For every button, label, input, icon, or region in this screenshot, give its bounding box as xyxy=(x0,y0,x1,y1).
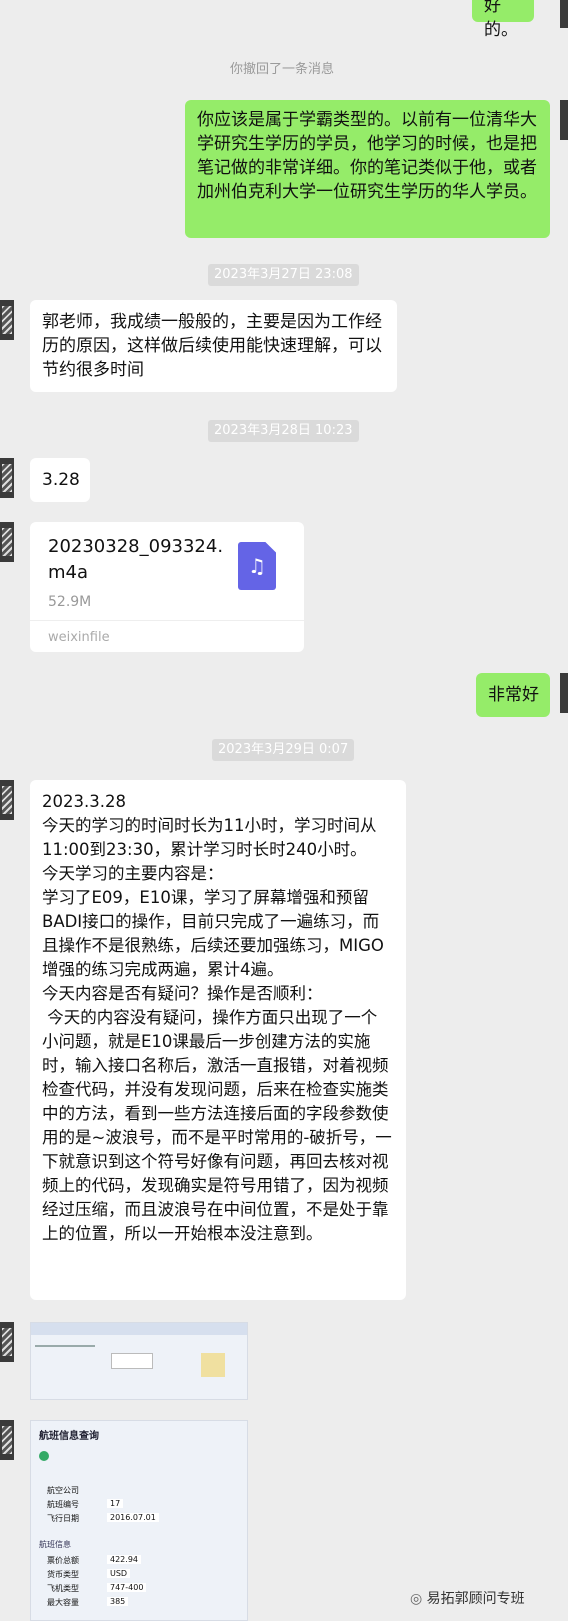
avatar-student[interactable] xyxy=(0,458,14,498)
timestamp: 2023年3月29日 0:07 xyxy=(212,739,355,761)
file-source: weixinfile xyxy=(48,630,110,645)
screenshot-label: 航空公司 xyxy=(47,1486,79,1495)
file-name: 20230328_093324.m4a xyxy=(48,536,224,583)
execute-icon xyxy=(39,1451,49,1461)
incoming-bubble-student-notes[interactable]: 2023.3.28 今天的学习的时间时长为11小时，学习时间从11:00到23:… xyxy=(30,780,406,1300)
outgoing-bubble-teacher-short[interactable]: 非常好 xyxy=(476,673,550,717)
screenshot-label: 飞行日期 xyxy=(47,1514,79,1523)
sap-field xyxy=(111,1353,153,1369)
sap-icon xyxy=(201,1353,225,1377)
message-text: 3.28 xyxy=(42,470,80,490)
recall-notice: 你撤回了一条消息 xyxy=(230,62,335,77)
divider xyxy=(30,620,304,621)
screenshot-label: 票价总额 xyxy=(47,1556,79,1565)
message-text: 好的。 xyxy=(484,0,518,40)
wechat-icon: ◎ xyxy=(410,1591,423,1607)
outgoing-bubble-partial[interactable]: 好的。 xyxy=(472,0,534,40)
screenshot-title: 航班信息查询 xyxy=(39,1431,99,1442)
timestamp: 2023年3月27日 23:08 xyxy=(208,264,359,286)
file-message-card[interactable]: 20230328_093324.m4a 52.9M ♫ weixinfile xyxy=(30,522,304,652)
screenshot-label: 货币类型 xyxy=(47,1570,79,1579)
outgoing-bubble-teacher-long[interactable]: 你应该是属于学霸类型的。以前有一位清华大学研究生学历的学员，他学习的时候，也是把… xyxy=(185,100,550,238)
message-text: 你应该是属于学霸类型的。以前有一位清华大学研究生学历的学员，他学习的时候，也是把… xyxy=(197,110,537,202)
screenshot-label: 航班编号 xyxy=(47,1500,79,1509)
screenshot-label: 飞机类型 xyxy=(47,1584,79,1593)
avatar-student[interactable] xyxy=(0,780,14,820)
avatar-self[interactable] xyxy=(560,0,568,28)
message-text: 郭老师，我成绩一般般的，主要是因为工作经历的原因，这样做后续使用能快速理解，可以… xyxy=(42,312,382,380)
avatar-student[interactable] xyxy=(0,1322,14,1362)
music-file-icon: ♫ xyxy=(238,542,276,590)
screenshot-label: 最大容量 xyxy=(47,1598,79,1607)
avatar-student[interactable] xyxy=(0,522,14,562)
incoming-bubble-student-2[interactable]: 3.28 xyxy=(30,458,90,502)
sap-line xyxy=(35,1345,95,1347)
avatar-student[interactable] xyxy=(0,300,14,340)
screenshot-section: 航班信息 xyxy=(39,1540,71,1549)
avatar-self[interactable] xyxy=(560,673,568,713)
screenshot-value: 747-400 xyxy=(107,1583,147,1592)
watermark-text: 易拓郭顾问专班 xyxy=(426,1591,525,1607)
timestamp: 2023年3月28日 10:23 xyxy=(208,420,359,442)
message-text: 2023.3.28 今天的学习的时间时长为11小时，学习时间从11:00到23:… xyxy=(42,792,392,1243)
screenshot-value: 422.94 xyxy=(107,1555,141,1564)
avatar-student[interactable] xyxy=(0,1420,14,1460)
screenshot-value: 17 xyxy=(107,1499,124,1508)
screenshot-value: 385 xyxy=(107,1597,129,1606)
image-message-screenshot-1[interactable] xyxy=(30,1322,248,1400)
message-text: 非常好 xyxy=(488,685,539,705)
sap-header xyxy=(31,1323,247,1335)
watermark: ◎ 易拓郭顾问专班 xyxy=(410,1588,525,1608)
screenshot-value: USD xyxy=(107,1569,131,1578)
incoming-bubble-student-1[interactable]: 郭老师，我成绩一般般的，主要是因为工作经历的原因，这样做后续使用能快速理解，可以… xyxy=(30,300,397,392)
avatar-self[interactable] xyxy=(560,100,568,140)
screenshot-value: 2016.07.01 xyxy=(107,1513,159,1522)
image-message-screenshot-2[interactable]: 航班信息查询 航空公司 航班编号 飞行日期 17 2016.07.01 航班信息… xyxy=(30,1420,248,1621)
file-size: 52.9M xyxy=(48,594,92,610)
